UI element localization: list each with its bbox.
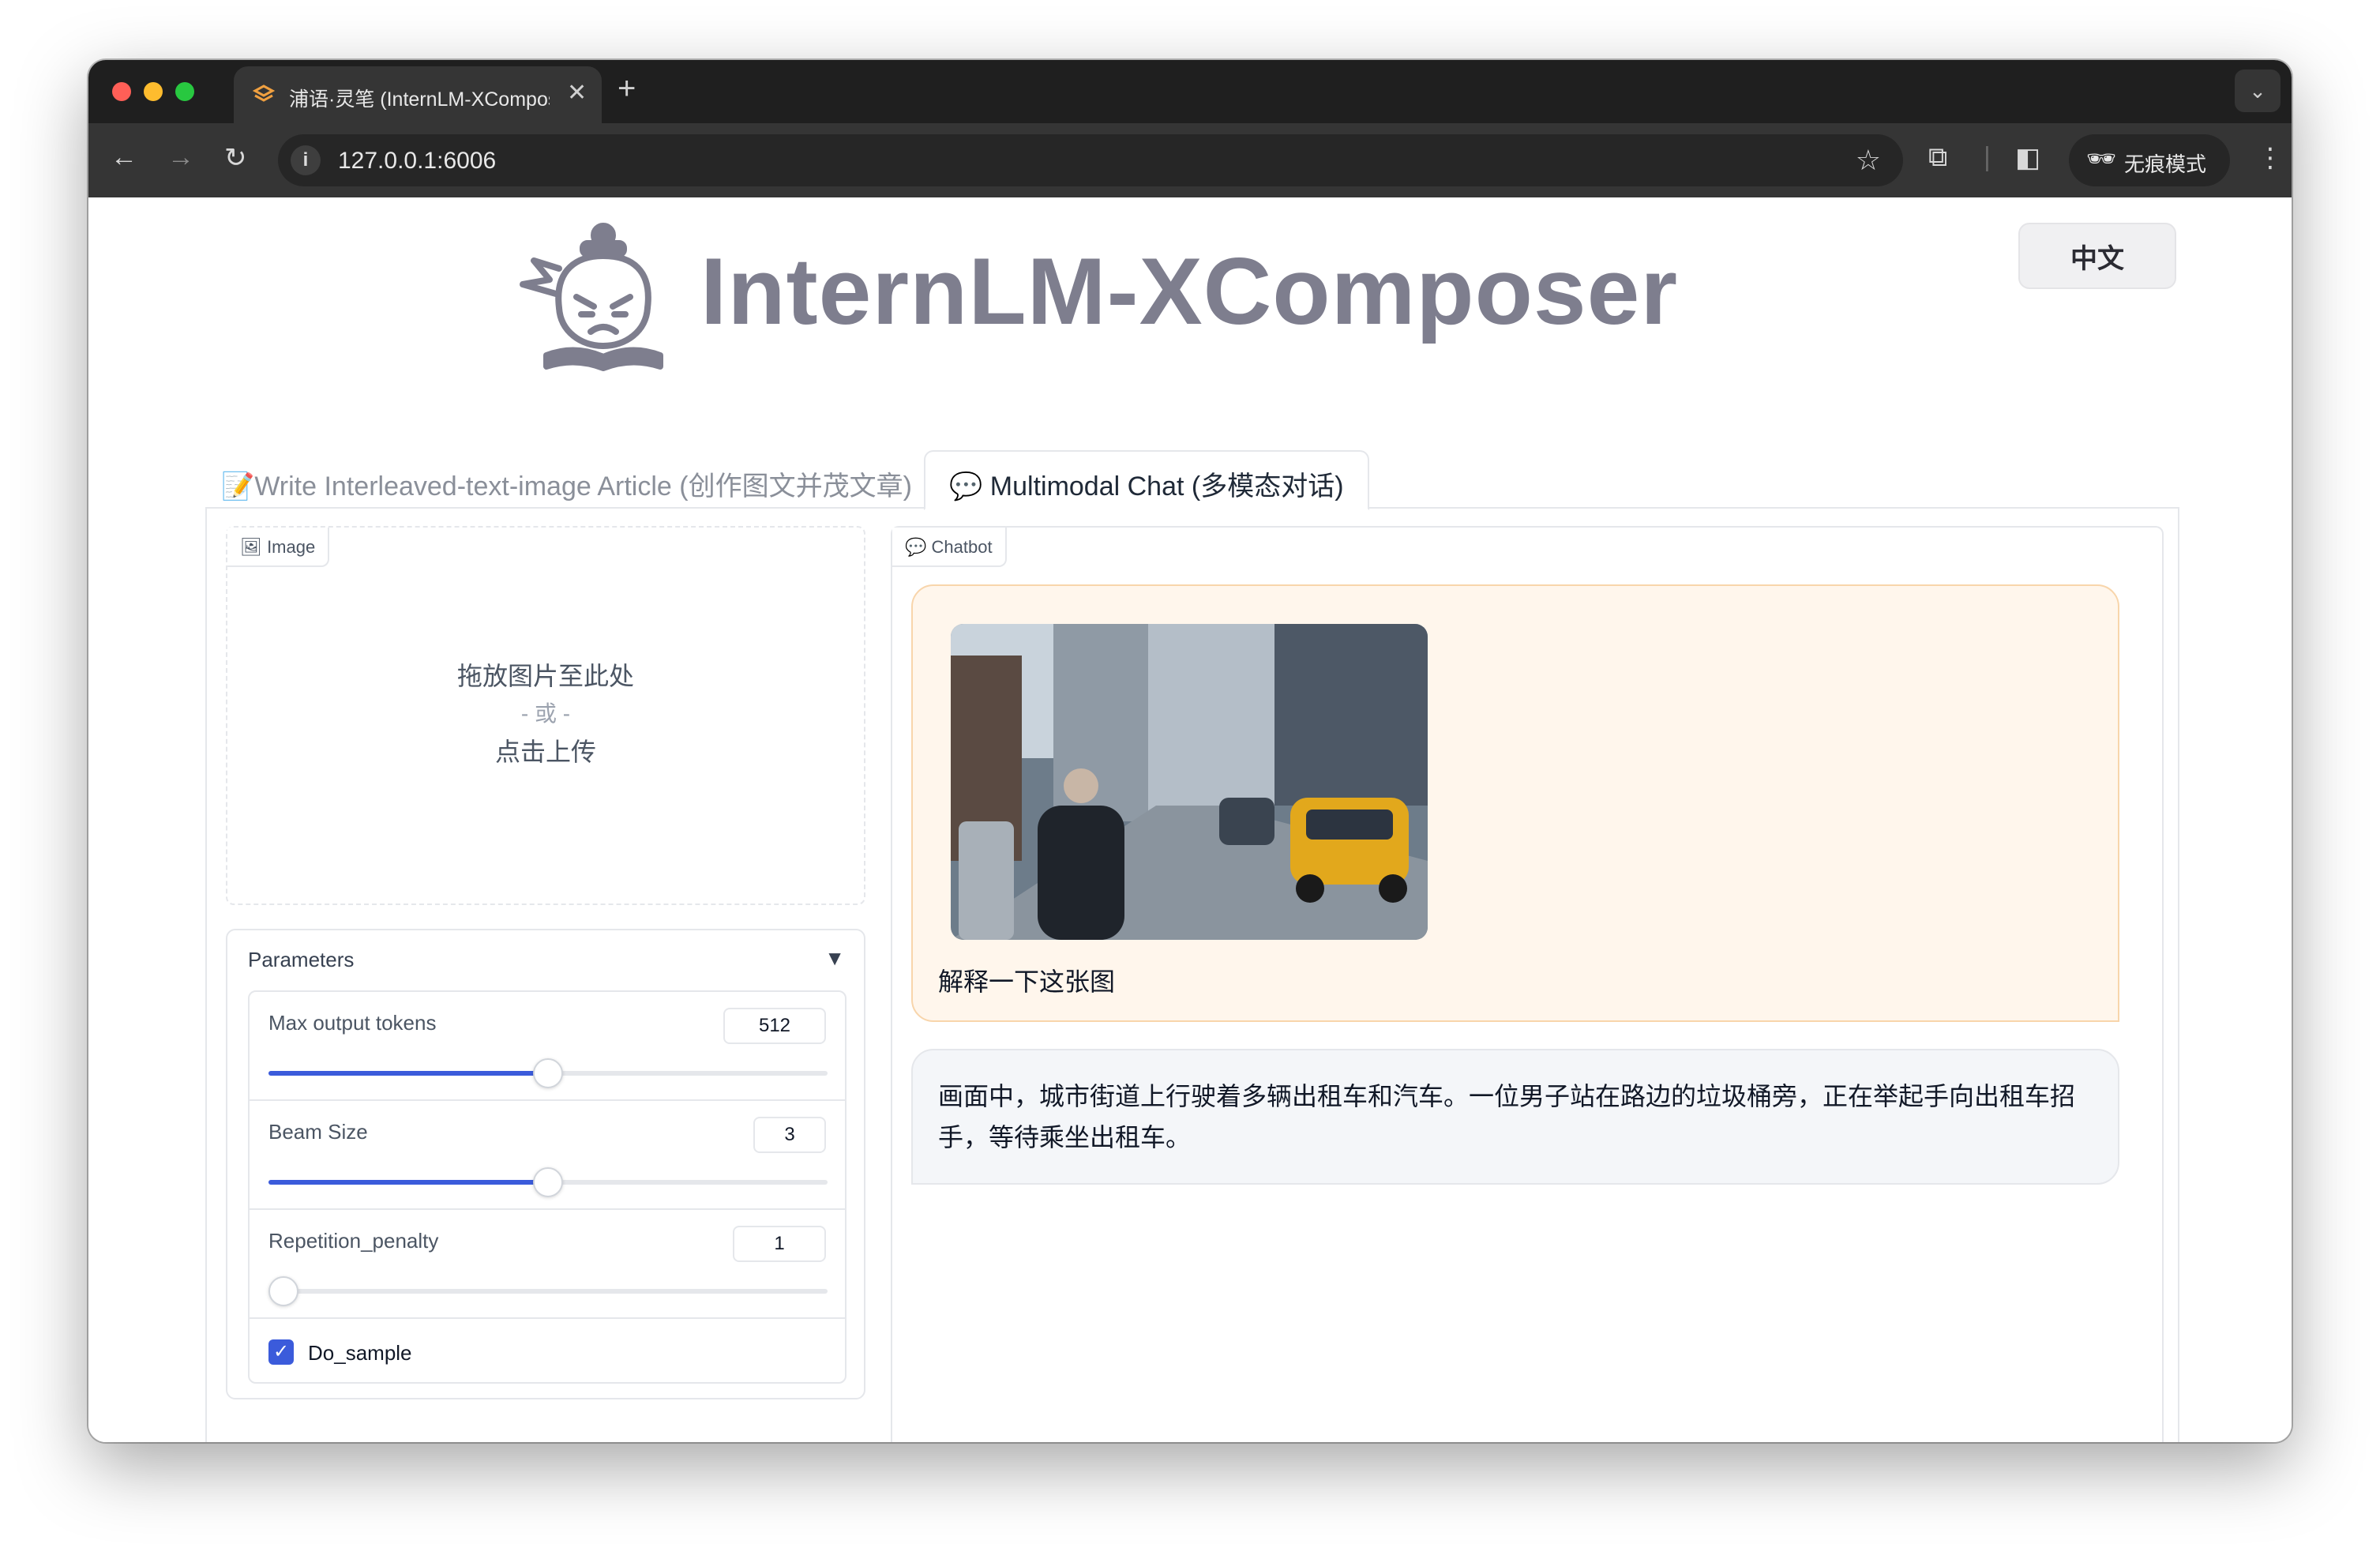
tab-search-chevron-icon[interactable]: ⌄	[2235, 69, 2281, 112]
parameters-title[interactable]: Parameters	[248, 948, 354, 972]
slider-label: Max output tokens	[268, 1011, 437, 1035]
max-output-tokens-input[interactable]: 512	[723, 1008, 826, 1044]
new-tab-icon[interactable]: +	[618, 71, 636, 107]
max-output-tokens-slider[interactable]	[268, 1058, 828, 1088]
close-window-button[interactable]	[112, 82, 131, 101]
slider-label: Repetition_penalty	[268, 1229, 439, 1253]
side-panel-icon[interactable]: ◧	[2015, 142, 2040, 174]
reload-icon[interactable]: ↻	[224, 142, 247, 174]
site-info-icon[interactable]: i	[291, 145, 321, 175]
toolbar-divider: |	[1984, 142, 1991, 172]
url-text[interactable]: 127.0.0.1:6006	[338, 148, 496, 175]
parameters-accordion: Parameters ▼ Max output tokens 512 Beam …	[226, 929, 865, 1399]
browser-toolbar: ← → ↻ i 127.0.0.1:6006 ☆ ⧉ | ◧ 🕶 无痕模式 ⋮	[88, 123, 2292, 197]
do-sample-label[interactable]: Do_sample	[308, 1341, 412, 1366]
language-toggle-button[interactable]: 中文	[2018, 223, 2176, 289]
close-tab-icon[interactable]: ✕	[567, 79, 587, 107]
beam-size-slider[interactable]	[268, 1167, 828, 1197]
beam-size-input[interactable]: 3	[753, 1117, 826, 1153]
page-content: InternLM-XComposer 中文 📝Write Interleaved…	[88, 197, 2292, 1442]
slider-group: Max output tokens 512 Beam Size 3 Repeti…	[248, 990, 847, 1384]
tab-strip: 浦语·灵笔 (InternLM-XComposer ✕ + ⌄	[88, 60, 2292, 123]
slider-handle[interactable]	[533, 1058, 563, 1088]
bot-message-bubble: 画面中，城市街道上行驶着多辆出租车和汽车。一位男子站在路边的垃圾桶旁，正在举起手…	[911, 1049, 2119, 1185]
incognito-indicator[interactable]: 🕶 无痕模式	[2069, 134, 2230, 186]
user-message-bubble: 解释一下这张图	[911, 584, 2119, 1022]
image-upload-dropzone[interactable]: 🖼 Image 拖放图片至此处 - 或 - 点击上传	[226, 526, 865, 905]
click-upload-text: 点击上传	[494, 738, 596, 766]
collapse-triangle-icon[interactable]: ▼	[824, 946, 845, 971]
repetition-penalty-slider[interactable]	[268, 1276, 828, 1306]
slider-label: Beam Size	[268, 1120, 368, 1144]
slider-handle[interactable]	[268, 1276, 298, 1306]
upload-instructions[interactable]: 拖放图片至此处 - 或 - 点击上传	[227, 657, 864, 771]
maximize-window-button[interactable]	[175, 82, 194, 101]
app-title: InternLM-XComposer	[700, 239, 1679, 344]
chatbot-area: 💬 Chatbot 解释一下这张图 画面中，城市街道上行驶着多辆出租车和汽车。一…	[891, 526, 2164, 1442]
minimize-window-button[interactable]	[144, 82, 163, 101]
repetition-penalty-row: Repetition_penalty 1	[250, 1210, 845, 1319]
bookmark-star-icon[interactable]: ☆	[1856, 144, 1881, 177]
repetition-penalty-input[interactable]: 1	[733, 1226, 826, 1262]
slider-fill	[268, 1180, 548, 1185]
incognito-label: 无痕模式	[2124, 152, 2207, 176]
browser-tab[interactable]: 浦语·灵笔 (InternLM-XComposer ✕	[234, 66, 602, 123]
slider-fill	[268, 1071, 548, 1076]
chat-panel: 🖼 Image 拖放图片至此处 - 或 - 点击上传 Parameters ▼ …	[205, 507, 2179, 1442]
extensions-puzzle-icon[interactable]: ⧉	[1928, 142, 1947, 173]
do-sample-checkbox[interactable]: ✓	[268, 1339, 294, 1365]
or-text: - 或 -	[520, 701, 571, 726]
tab-title: 浦语·灵笔 (InternLM-XComposer	[289, 88, 550, 111]
back-arrow-icon[interactable]: ←	[111, 142, 137, 173]
image-label-text: Image	[267, 537, 316, 557]
address-bar[interactable]: i 127.0.0.1:6006 ☆	[278, 134, 1903, 186]
chat-bubble-icon: 💬	[905, 537, 927, 557]
image-icon: 🖼	[240, 537, 262, 557]
max-output-tokens-row: Max output tokens 512	[250, 992, 845, 1101]
beam-size-row: Beam Size 3	[250, 1101, 845, 1210]
do-sample-row: ✓ Do_sample	[250, 1319, 845, 1382]
drop-text: 拖放图片至此处	[456, 662, 634, 690]
forward-arrow-icon[interactable]: →	[167, 142, 194, 173]
site-favicon-icon	[253, 85, 275, 102]
chatbot-block-label: 💬 Chatbot	[892, 528, 1007, 567]
internlm-mascot-logo	[520, 223, 663, 371]
slider-handle[interactable]	[533, 1167, 563, 1197]
uploaded-street-photo[interactable]	[951, 624, 1428, 940]
mode-tabs: 📝Write Interleaved-text-image Article (创…	[205, 450, 2179, 510]
chatbot-label-text: Chatbot	[931, 537, 993, 557]
user-message-text: 解释一下这张图	[938, 967, 1116, 996]
tab-write-article[interactable]: 📝Write Interleaved-text-image Article (创…	[205, 450, 928, 509]
bot-message-text: 画面中，城市街道上行驶着多辆出租车和汽车。一位男子站在路边的垃圾桶旁，正在举起手…	[938, 1082, 2076, 1151]
tab-multimodal-chat[interactable]: 💬 Multimodal Chat (多模态对话)	[924, 450, 1369, 510]
browser-menu-icon[interactable]: ⋮	[2257, 142, 2284, 174]
image-block-label: 🖼 Image	[227, 528, 330, 567]
incognito-icon: 🕶	[2086, 146, 2117, 172]
browser-window: 浦语·灵笔 (InternLM-XComposer ✕ + ⌄ ← → ↻ i …	[88, 60, 2292, 1442]
